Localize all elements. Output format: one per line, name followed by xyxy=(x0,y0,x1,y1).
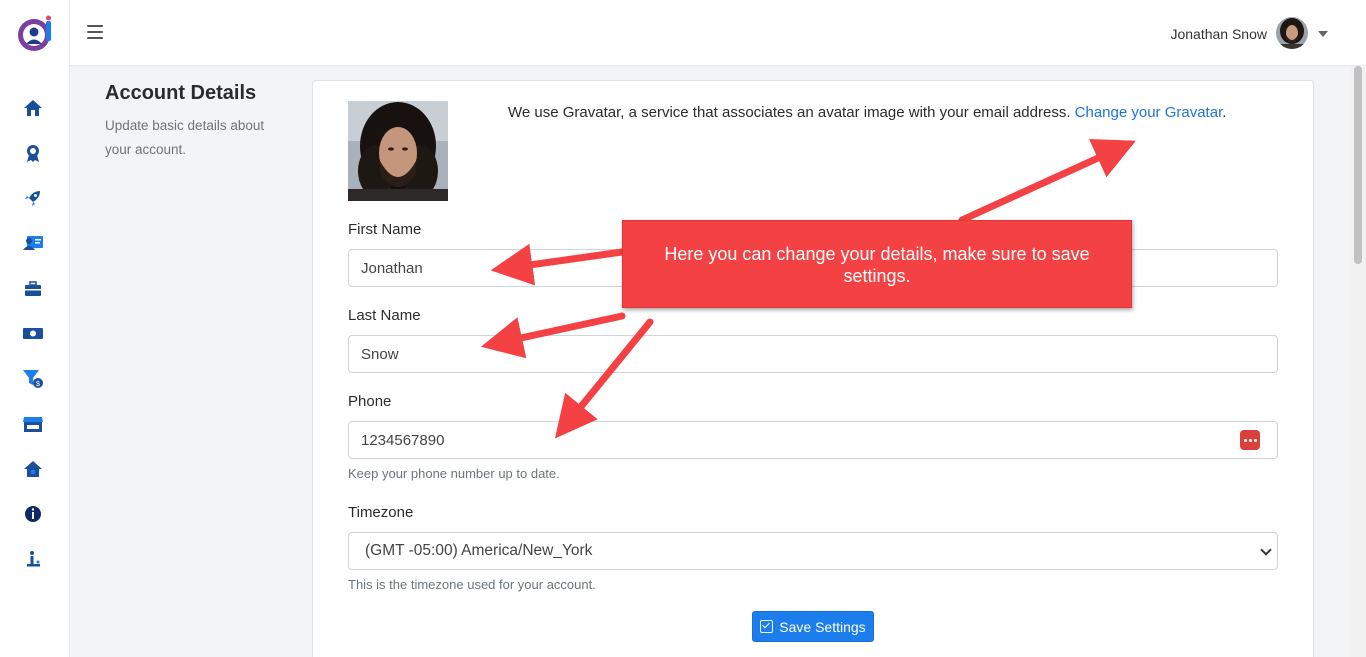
timezone-label: Timezone xyxy=(348,504,414,521)
timezone-select[interactable]: (GMT -05:00) America/New_York xyxy=(348,532,1278,570)
info-circle-icon[interactable] xyxy=(20,501,46,527)
save-settings-label: Save Settings xyxy=(779,618,866,635)
section-description: Update basic details about your account. xyxy=(105,118,265,157)
toolbox-icon[interactable] xyxy=(20,276,46,302)
rocket-icon[interactable] xyxy=(20,185,46,211)
annotation-callout: Here you can change your details, make s… xyxy=(622,220,1132,308)
password-manager-icon[interactable] xyxy=(1240,430,1260,450)
user-avatar[interactable] xyxy=(1276,17,1308,49)
scrollbar-thumb[interactable] xyxy=(1354,66,1362,264)
chevron-down-icon[interactable] xyxy=(1318,31,1328,37)
save-settings-button[interactable]: Save Settings xyxy=(752,611,874,642)
page-title: Account Details xyxy=(105,82,257,104)
gravatar-info: We use Gravatar, a service that associat… xyxy=(508,104,1226,121)
money-icon[interactable] xyxy=(20,320,46,346)
award-icon[interactable] xyxy=(20,140,46,166)
phone-input[interactable] xyxy=(348,421,1278,459)
app-logo[interactable] xyxy=(16,15,54,53)
user-info-icon[interactable] xyxy=(20,546,46,572)
menu-toggle-icon[interactable] xyxy=(87,25,105,41)
gravatar-avatar xyxy=(348,101,448,201)
last-name-input[interactable] xyxy=(348,335,1278,373)
change-gravatar-link[interactable]: Change your Gravatar xyxy=(1075,104,1223,121)
store-icon[interactable] xyxy=(20,411,46,437)
sidebar: $ xyxy=(0,0,70,657)
top-bar: Jonathan Snow xyxy=(70,0,1366,66)
user-name[interactable]: Jonathan Snow xyxy=(1170,26,1267,42)
timezone-help-text: This is the timezone used for your accou… xyxy=(348,577,596,592)
home-icon[interactable] xyxy=(20,95,46,121)
phone-help-text: Keep your phone number up to date. xyxy=(348,466,560,481)
filter-dollar-icon[interactable]: $ xyxy=(20,366,46,392)
page-scrollbar[interactable] xyxy=(1350,66,1366,657)
svg-text:$: $ xyxy=(36,381,40,388)
home-alt-icon[interactable] xyxy=(20,456,46,482)
gravatar-text: We use Gravatar, a service that associat… xyxy=(508,104,1075,121)
gravatar-suffix: . xyxy=(1222,104,1227,121)
first-name-label: First Name xyxy=(348,221,422,238)
last-name-label: Last Name xyxy=(348,307,421,324)
check-square-icon xyxy=(760,620,774,633)
phone-label: Phone xyxy=(348,393,392,410)
contact-card-icon[interactable] xyxy=(20,230,46,256)
